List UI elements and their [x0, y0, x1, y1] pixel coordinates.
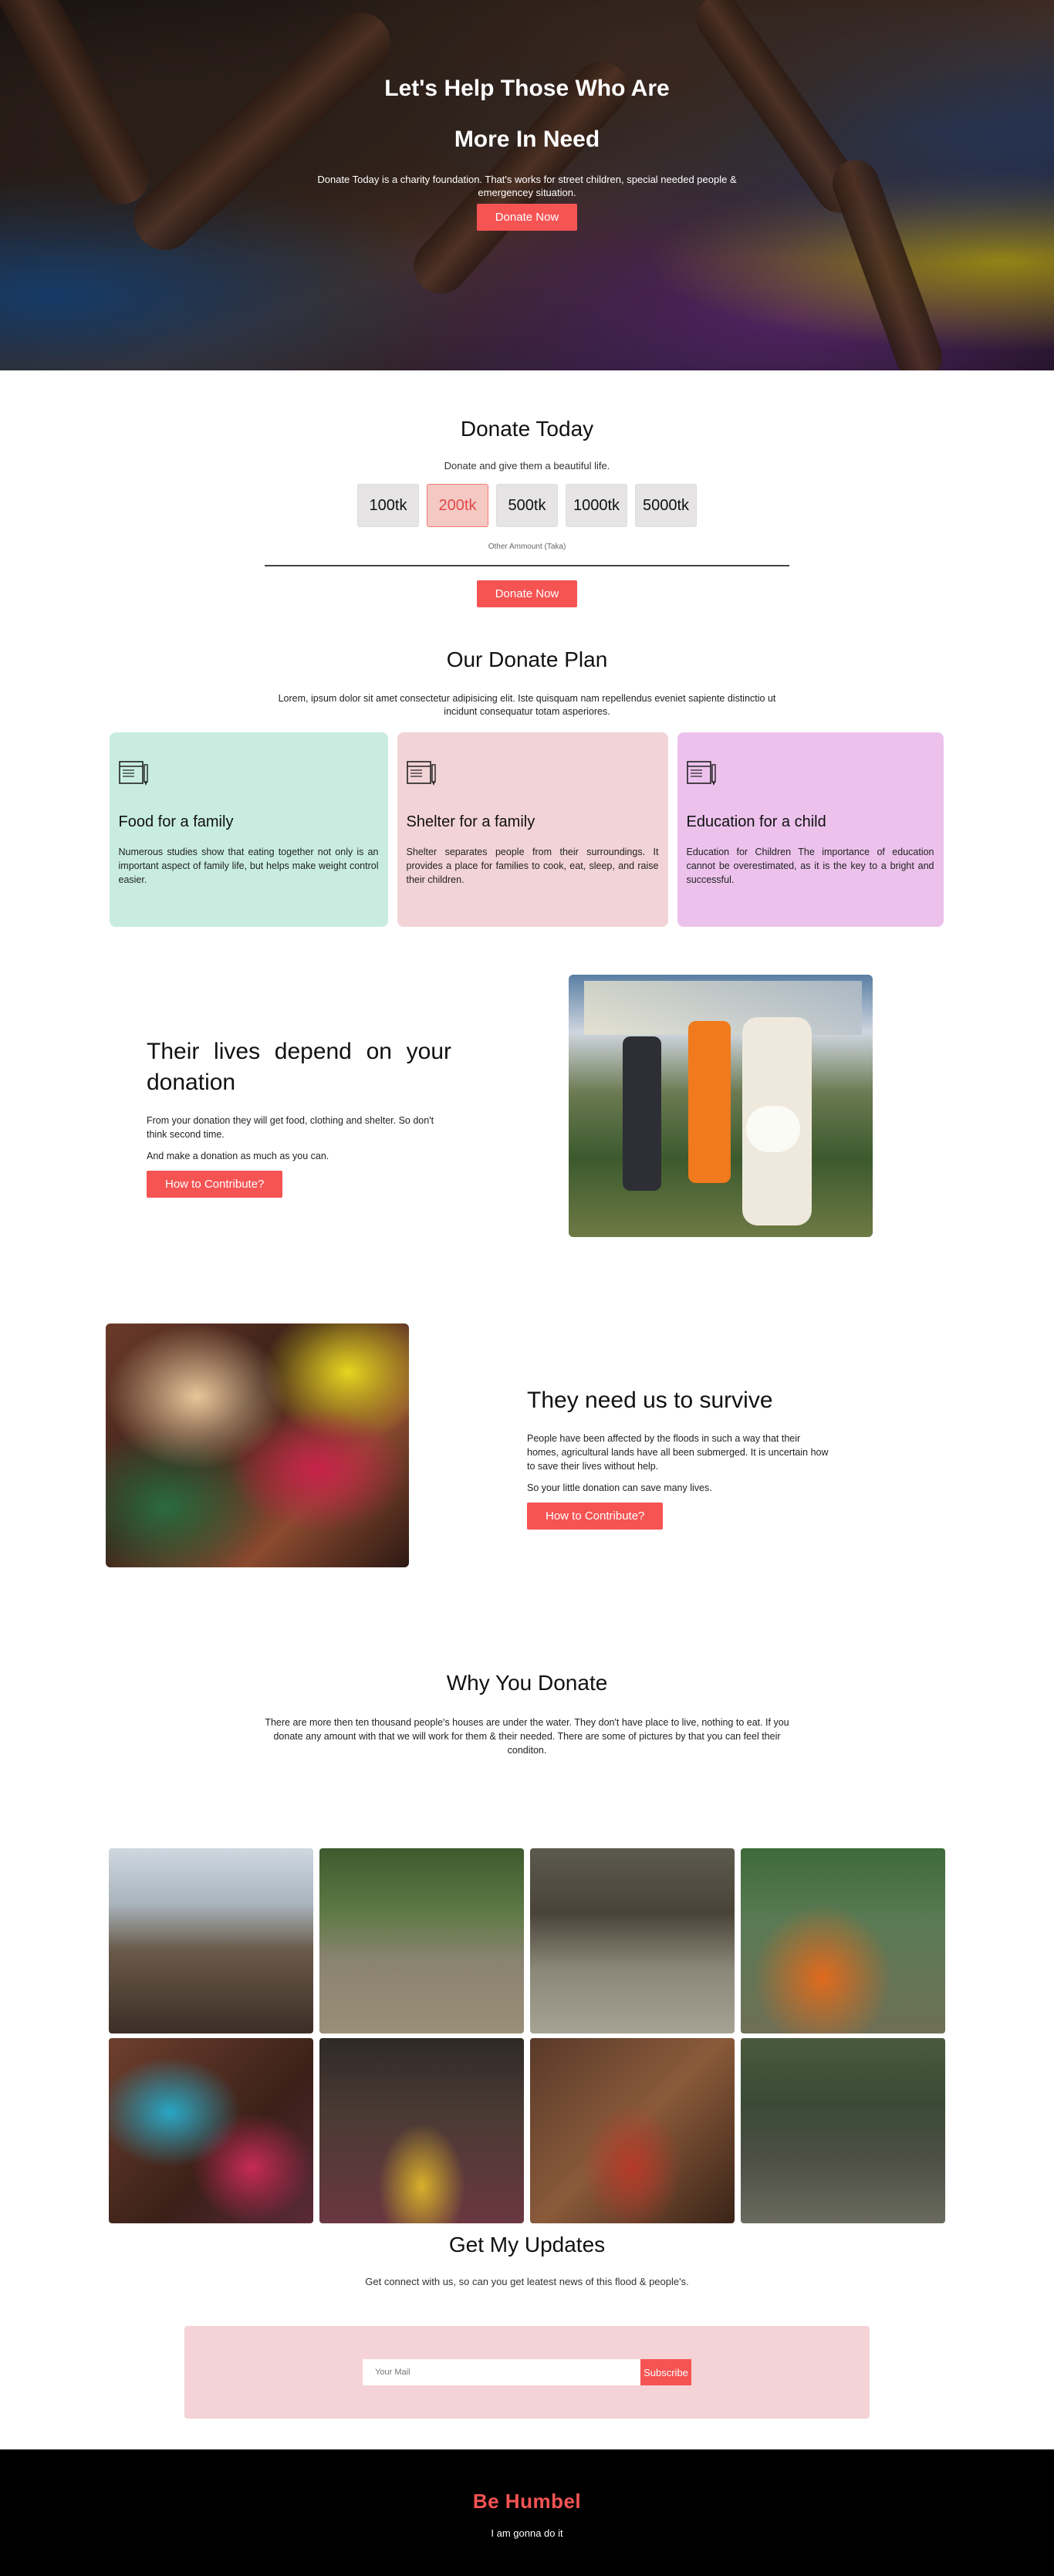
plan-card-title: Food for a family — [118, 813, 234, 830]
flood-gallery — [109, 1848, 945, 2223]
gallery-image — [741, 1848, 945, 2033]
why-text: There are more then ten thousand people'… — [265, 1717, 789, 1756]
feature-lives-text2: And make a donation as much as you can. — [147, 1151, 329, 1161]
how-to-contribute-button-2[interactable]: How to Contribute? — [527, 1503, 664, 1530]
feature-lives-section: Their lives depend on your donation From… — [0, 975, 1054, 1323]
feature-survive-content: They need us to survive People have been… — [527, 1385, 834, 1530]
amount-option-200[interactable]: 200tk — [427, 484, 488, 527]
plan-card-title: Shelter for a family — [406, 813, 535, 830]
how-to-contribute-button[interactable]: How to Contribute? — [147, 1171, 283, 1198]
donate-today-section: Donate Today Donate and give them a beau… — [0, 370, 1054, 607]
plan-card-text: Numerous studies show that eating togeth… — [118, 847, 379, 885]
feature-survive-text2: So your little donation can save many li… — [527, 1482, 712, 1493]
feature-lives-title: Their lives depend on your donation — [147, 1039, 451, 1095]
updates-subtitle: Get connect with us, so can you get leat… — [365, 2276, 689, 2287]
amount-option-100[interactable]: 100tk — [357, 484, 419, 527]
why-donate-section: Why You Donate There are more then ten t… — [0, 1632, 1054, 1757]
footer-brand: Be Humbel — [472, 2490, 582, 2513]
amount-option-1000[interactable]: 1000tk — [566, 484, 627, 527]
donate-subtitle: Donate and give them a beautiful life. — [444, 460, 610, 472]
gallery-image — [109, 1848, 313, 2033]
gallery-section — [0, 1848, 1054, 2223]
footer: Be Humbel I am gonna do it — [0, 2449, 1054, 2576]
other-amount-label: Other Ammount (Taka) — [488, 543, 566, 551]
donate-now-button[interactable]: Donate Now — [476, 580, 578, 607]
updates-title: Get My Updates — [448, 2233, 606, 2257]
other-amount-input[interactable] — [265, 565, 789, 566]
hero-donate-button[interactable]: Donate Now — [476, 204, 578, 231]
footer-tagline: I am gonna do it — [491, 2527, 563, 2539]
plan-card-text: Education for Children The importance of… — [686, 847, 934, 885]
hero-title: Let's Help Those Who Are More In Need — [384, 76, 670, 152]
gallery-image — [741, 2038, 945, 2223]
feature-survive-title: They need us to survive — [527, 1388, 773, 1413]
why-title: Why You Donate — [446, 1671, 608, 1695]
feature-lives-content: Their lives depend on your donation From… — [147, 1036, 451, 1198]
crowd-relief-photo — [106, 1323, 409, 1567]
relief-distribution-photo — [569, 975, 873, 1237]
subscribe-form: Subscribe — [184, 2326, 870, 2419]
feature-lives-text: From your donation they will get food, c… — [147, 1115, 434, 1140]
donate-plan-section: Our Donate Plan Lorem, ipsum dolor sit a… — [0, 607, 1054, 927]
amount-option-5000[interactable]: 5000tk — [635, 484, 697, 527]
document-pencil-icon — [686, 761, 716, 786]
plan-card-text: Shelter separates people from their surr… — [406, 847, 659, 885]
gallery-image — [109, 2038, 313, 2223]
gallery-image — [319, 1848, 524, 2033]
plan-title: Our Donate Plan — [446, 647, 608, 671]
document-pencil-icon — [406, 761, 436, 786]
feature-survive-text: People have been affected by the floods … — [527, 1433, 829, 1472]
plan-card-education: Education for a child Education for Chil… — [677, 732, 944, 927]
plan-card-title: Education for a child — [686, 813, 826, 830]
document-pencil-icon — [118, 761, 148, 786]
plan-card-food: Food for a family Numerous studies show … — [109, 732, 388, 927]
plan-card-shelter: Shelter for a family Shelter separates p… — [397, 732, 668, 927]
hero-section: Let's Help Those Who Are More In Need Do… — [0, 0, 1054, 370]
gallery-image — [530, 2038, 735, 2223]
email-input[interactable] — [363, 2359, 641, 2385]
plan-description: Lorem, ipsum dolor sit amet consectetur … — [278, 693, 776, 717]
donate-title: Donate Today — [460, 417, 594, 441]
hero-text: Donate Today is a charity foundation. Th… — [317, 174, 737, 198]
gallery-image — [530, 1848, 735, 2033]
amount-options: 100tk 200tk 500tk 1000tk 5000tk — [0, 484, 1054, 527]
gallery-image — [319, 2038, 524, 2223]
hero-content: Let's Help Those Who Are More In Need Do… — [0, 63, 1054, 231]
feature-survive-section: They need us to survive People have been… — [0, 1323, 1054, 1632]
amount-option-500[interactable]: 500tk — [496, 484, 558, 527]
updates-section: Get My Updates Get connect with us, so c… — [0, 2223, 1054, 2419]
plan-cards: Food for a family Numerous studies show … — [109, 732, 945, 927]
subscribe-button[interactable]: Subscribe — [640, 2359, 691, 2385]
